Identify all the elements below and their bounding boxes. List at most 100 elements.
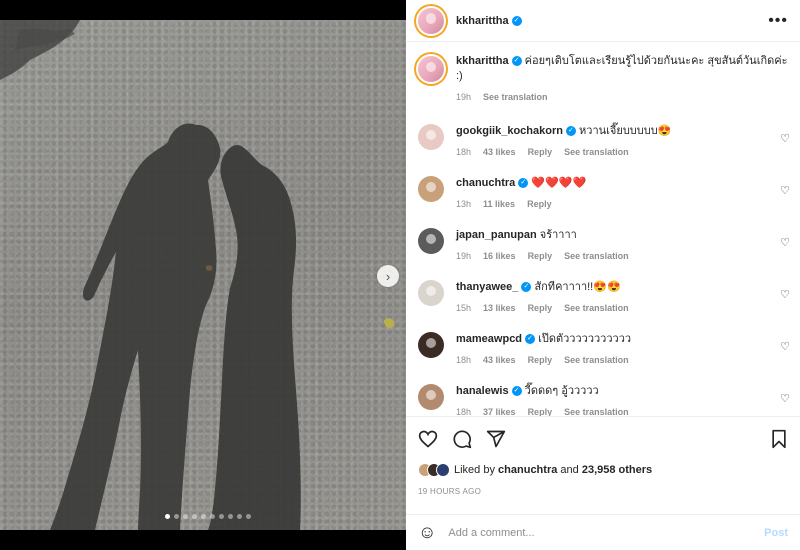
see-translation-link[interactable]: See translation	[564, 355, 629, 365]
verified-icon: ✓	[511, 15, 522, 26]
comment-text: หวานเจี๊ยบบบบบ	[579, 125, 658, 137]
comment-item: thanyawee_ ✓ สักทีคาาาา!!😍😍 15h 13 likes …	[406, 280, 800, 313]
more-icon[interactable]: •••	[768, 12, 788, 30]
comment-item: hanalewis ✓ วี๊ดดดๆ อู้ววววว 18h 37 likes…	[406, 384, 800, 416]
verified-icon: ✓	[525, 334, 536, 345]
shadow-image	[0, 20, 395, 530]
comment-emoji: ❤️❤️❤️❤️	[531, 177, 587, 189]
carousel-indicator	[165, 514, 251, 519]
likes-and-label: and	[560, 464, 579, 476]
carousel-dot	[201, 514, 206, 519]
comment-icon[interactable]	[452, 429, 472, 449]
comment-item: gookgiik_kochakorn ✓ หวานเจี๊ยบบบบบ😍 18h …	[406, 124, 800, 157]
comment-item: chanuchtra ✓ ❤️❤️❤️❤️ 13h 11 likes Reply …	[406, 176, 800, 209]
see-translation-link[interactable]: See translation	[564, 303, 629, 313]
post-panel: kkharittha ✓ ••• kkharittha ✓ ค่อยๆเติบโต…	[406, 0, 800, 550]
liker-avatar[interactable]	[436, 463, 450, 477]
comment-like-heart-icon[interactable]: ♡	[780, 184, 790, 197]
next-photo-button[interactable]: ›	[377, 265, 399, 287]
comment-time[interactable]: 18h	[456, 407, 471, 416]
commenter-avatar[interactable]	[418, 280, 444, 306]
comment-like-heart-icon[interactable]: ♡	[780, 340, 790, 353]
comment-text: วี๊ดดดๆ อู้ววววว	[524, 385, 599, 397]
likes-others-link[interactable]: 23,958 others	[582, 464, 652, 476]
share-icon[interactable]	[486, 429, 506, 449]
comment-likes[interactable]: 43 likes	[483, 355, 516, 365]
see-translation-link[interactable]: See translation	[564, 407, 629, 416]
liked-by-label: Liked by	[454, 464, 495, 476]
carousel-dot	[228, 514, 233, 519]
author-avatar[interactable]	[418, 7, 444, 34]
carousel-dot	[174, 514, 179, 519]
commenter-avatar[interactable]	[418, 228, 444, 254]
comment-likes[interactable]: 13 likes	[483, 303, 516, 313]
author-username[interactable]: kkharittha	[456, 15, 509, 27]
caption-username[interactable]: kkharittha	[456, 55, 509, 67]
carousel-dot	[183, 514, 188, 519]
carousel-dot	[192, 514, 197, 519]
comment-text: จร้าาาา	[539, 229, 577, 241]
verified-icon: ✓	[511, 56, 522, 67]
reply-button[interactable]: Reply	[528, 355, 553, 365]
reply-button[interactable]: Reply	[528, 147, 553, 157]
comment-item: japan_panupan จร้าาาา 19h 16 likes Reply…	[406, 228, 800, 261]
commenter-avatar[interactable]	[418, 332, 444, 358]
post-comment-button[interactable]: Post	[764, 527, 788, 539]
comment-text: สักทีคาาาา!!	[534, 281, 594, 293]
reply-button[interactable]: Reply	[528, 303, 553, 313]
comment-time[interactable]: 19h	[456, 251, 471, 261]
post-actions: Liked by chanuchtra and 23,958 others 19…	[406, 416, 800, 496]
author-avatar[interactable]	[418, 56, 444, 82]
smile-icon[interactable]: ☺	[418, 522, 436, 543]
chevron-right-icon: ›	[385, 268, 391, 284]
comment-like-heart-icon[interactable]: ♡	[780, 288, 790, 301]
commenter-avatar[interactable]	[418, 124, 444, 150]
commenter-avatar[interactable]	[418, 176, 444, 202]
comment-like-heart-icon[interactable]: ♡	[780, 392, 790, 405]
post-media: ›	[0, 0, 406, 550]
post-photo[interactable]	[0, 20, 406, 530]
comments-list[interactable]: kkharittha ✓ ค่อยๆเติบโตและเรียนรู้ไปด้วย…	[406, 42, 800, 416]
comment-username[interactable]: hanalewis	[456, 385, 509, 397]
post-header: kkharittha ✓ •••	[406, 0, 800, 42]
post-timestamp[interactable]: 19 HOURS AGO	[418, 487, 788, 496]
comment-like-heart-icon[interactable]: ♡	[780, 236, 790, 249]
likes-summary: Liked by chanuchtra and 23,958 others	[418, 463, 788, 477]
comment-time[interactable]: 13h	[456, 199, 471, 209]
comment-like-heart-icon[interactable]: ♡	[780, 132, 790, 145]
comment-username[interactable]: japan_panupan	[456, 229, 537, 241]
comment-username[interactable]: thanyawee_	[456, 281, 518, 293]
comment-text: เป๊ดตัววววววววววว	[538, 333, 632, 345]
carousel-dot	[246, 514, 251, 519]
reply-button[interactable]: Reply	[527, 199, 552, 209]
post-caption: kkharittha ✓ ค่อยๆเติบโตและเรียนรู้ไปด้วย…	[406, 42, 800, 102]
comment-likes[interactable]: 11 likes	[483, 199, 515, 209]
verified-icon: ✓	[511, 386, 522, 397]
comment-emoji: 😍😍	[593, 281, 621, 293]
comment-username[interactable]: gookgiik_kochakorn	[456, 125, 563, 137]
verified-icon: ✓	[518, 178, 529, 189]
comment-likes[interactable]: 43 likes	[483, 147, 516, 157]
comment-likes[interactable]: 37 likes	[483, 407, 516, 416]
comment-input[interactable]	[448, 526, 765, 539]
comment-username[interactable]: mameawpcd	[456, 333, 522, 345]
comment-time[interactable]: 15h	[456, 303, 471, 313]
see-translation-link[interactable]: See translation	[564, 147, 629, 157]
comment-emoji: 😍	[657, 125, 672, 137]
see-translation-link[interactable]: See translation	[483, 92, 548, 102]
bookmark-icon[interactable]	[770, 429, 788, 449]
comment-likes[interactable]: 16 likes	[483, 251, 516, 261]
see-translation-link[interactable]: See translation	[564, 251, 629, 261]
verified-icon: ✓	[521, 282, 532, 293]
carousel-dot	[219, 514, 224, 519]
liked-by-user[interactable]: chanuchtra	[498, 464, 557, 476]
heart-icon[interactable]	[418, 429, 438, 449]
comment-username[interactable]: chanuchtra	[456, 177, 515, 189]
comment-time[interactable]: 18h	[456, 147, 471, 157]
reply-button[interactable]: Reply	[528, 251, 553, 261]
carousel-dot	[237, 514, 242, 519]
commenter-avatar[interactable]	[418, 384, 444, 410]
comment-time[interactable]: 18h	[456, 355, 471, 365]
reply-button[interactable]: Reply	[528, 407, 553, 416]
caption-time[interactable]: 19h	[456, 92, 471, 102]
